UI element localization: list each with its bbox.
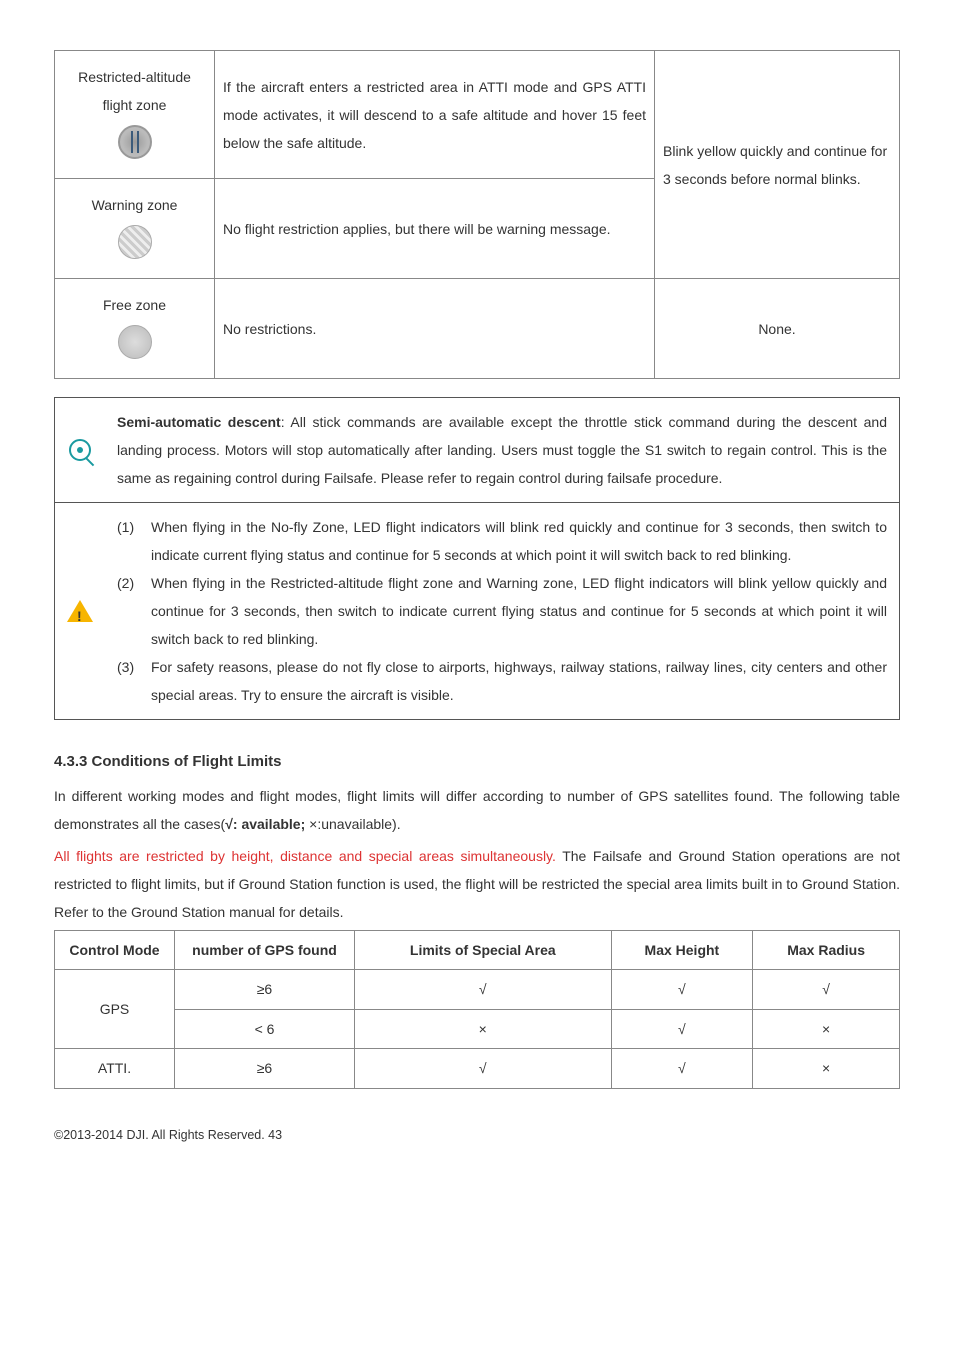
section-heading: 4.3.3 Conditions of Flight Limits: [54, 750, 900, 774]
cell-height: √: [611, 970, 753, 1009]
notes-list: (1) When flying in the No-fly Zone, LED …: [117, 513, 887, 709]
limits-table: Control Mode number of GPS found Limits …: [54, 930, 900, 1089]
restricted-zone-icon: [118, 125, 152, 159]
zone-label-warning: Warning zone: [55, 179, 215, 279]
page-footer: ©2013-2014 DJI. All Rights Reserved. 43: [54, 1125, 900, 1145]
notes-icon-cell: [55, 503, 105, 719]
cell-radius: √: [753, 970, 900, 1009]
descent-bold: Semi-automatic descent: [117, 414, 281, 430]
list-item: (1) When flying in the No-fly Zone, LED …: [117, 513, 887, 569]
notes-row-warnings: (1) When flying in the No-fly Zone, LED …: [55, 503, 899, 719]
warning-zone-icon: [118, 225, 152, 259]
zone-indicator-free: None.: [655, 279, 900, 379]
zone-table: Restricted-altitude flight zone If the a…: [54, 50, 900, 379]
item-number: (2): [117, 569, 151, 653]
free-zone-icon: [118, 325, 152, 359]
zone-indicator-shared: Blink yellow quickly and continue for 3 …: [655, 51, 900, 279]
para1-c: ×:unavailable).: [305, 816, 400, 832]
table-row: < 6 × √ ×: [55, 1009, 900, 1048]
table-row: ATTI. ≥6 √ √ ×: [55, 1049, 900, 1088]
table-row: GPS ≥6 √ √ √: [55, 970, 900, 1009]
zone-label-text: Restricted-altitude flight zone: [63, 63, 206, 119]
magnify-icon: [69, 439, 91, 461]
cell-gps: ≥6: [175, 970, 355, 1009]
cell-mode-gps: GPS: [55, 970, 175, 1049]
cell-radius: ×: [753, 1009, 900, 1048]
zone-desc-restricted: If the aircraft enters a restricted area…: [215, 51, 655, 179]
notes-box: Semi-automatic descent: All stick comman…: [54, 397, 900, 720]
item-text: When flying in the No-fly Zone, LED flig…: [151, 513, 887, 569]
para2-red: All flights are restricted by height, di…: [54, 848, 556, 864]
notes-body-warnings: (1) When flying in the No-fly Zone, LED …: [105, 503, 899, 719]
th-gps-found: number of GPS found: [175, 931, 355, 970]
cell-area: ×: [355, 1009, 612, 1048]
notes-row-descent: Semi-automatic descent: All stick comman…: [55, 398, 899, 503]
list-item: (3) For safety reasons, please do not fl…: [117, 653, 887, 709]
cell-height: √: [611, 1009, 753, 1048]
th-special-area: Limits of Special Area: [355, 931, 612, 970]
zone-label-text: Warning zone: [63, 191, 206, 219]
list-item: (2) When flying in the Restricted-altitu…: [117, 569, 887, 653]
cell-area: √: [355, 970, 612, 1009]
section-para-2: All flights are restricted by height, di…: [54, 842, 900, 926]
cell-gps: < 6: [175, 1009, 355, 1048]
cell-gps: ≥6: [175, 1049, 355, 1088]
zone-label-free: Free zone: [55, 279, 215, 379]
cell-mode-atti: ATTI.: [55, 1049, 175, 1088]
para1-a: In different working modes and flight mo…: [54, 788, 900, 832]
cell-radius: ×: [753, 1049, 900, 1088]
zone-desc-free: No restrictions.: [215, 279, 655, 379]
zone-desc-warning: No flight restriction applies, but there…: [215, 179, 655, 279]
zone-label-restricted: Restricted-altitude flight zone: [55, 51, 215, 179]
notes-body-descent: Semi-automatic descent: All stick comman…: [105, 398, 899, 502]
warning-triangle-icon: [67, 600, 93, 622]
zone-row-restricted: Restricted-altitude flight zone If the a…: [55, 51, 900, 179]
th-max-height: Max Height: [611, 931, 753, 970]
zone-row-free: Free zone No restrictions. None.: [55, 279, 900, 379]
cell-height: √: [611, 1049, 753, 1088]
item-text: For safety reasons, please do not fly cl…: [151, 653, 887, 709]
item-number: (1): [117, 513, 151, 569]
table-header-row: Control Mode number of GPS found Limits …: [55, 931, 900, 970]
item-text: When flying in the Restricted-altitude f…: [151, 569, 887, 653]
zone-label-text: Free zone: [63, 291, 206, 319]
th-max-radius: Max Radius: [753, 931, 900, 970]
notes-icon-cell: [55, 398, 105, 502]
th-control-mode: Control Mode: [55, 931, 175, 970]
cell-area: √: [355, 1049, 612, 1088]
item-number: (3): [117, 653, 151, 709]
section-para-1: In different working modes and flight mo…: [54, 782, 900, 838]
para1-b: √: available;: [225, 816, 305, 832]
